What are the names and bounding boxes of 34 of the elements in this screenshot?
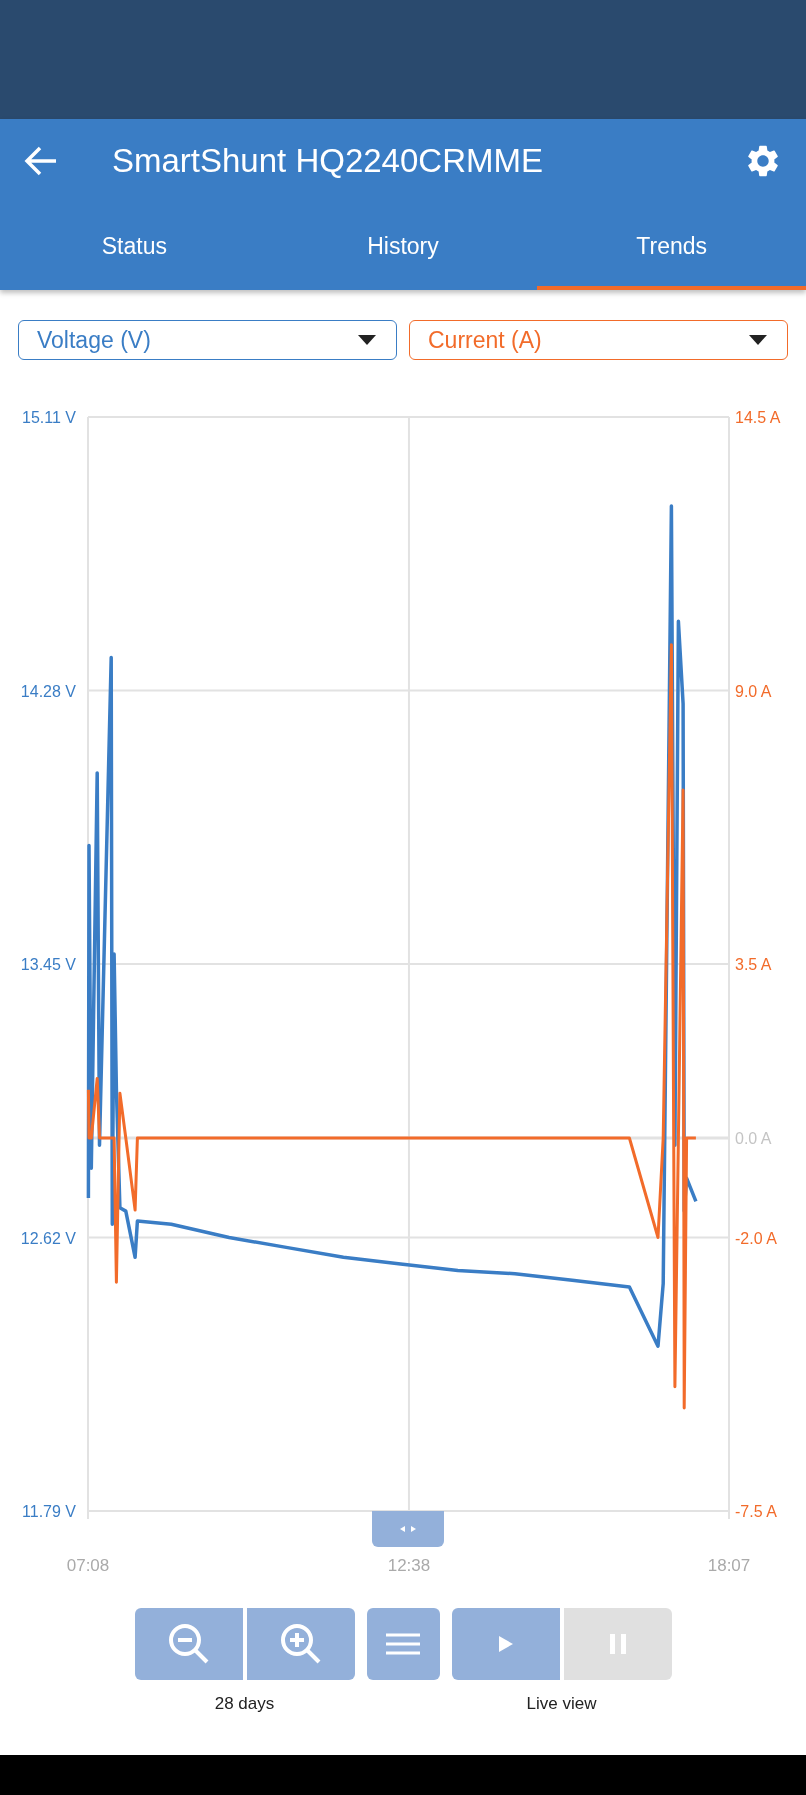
caret-icon xyxy=(749,335,767,345)
x-axis-label: 12:38 xyxy=(387,1556,431,1575)
button-caption: Live view xyxy=(526,1694,597,1714)
play-icon xyxy=(498,1636,513,1652)
y-axis-label: 11.79 V xyxy=(22,1503,76,1520)
y-axis-label: 3.5 A xyxy=(735,956,772,973)
pan-handle[interactable] xyxy=(372,1511,444,1547)
zoom-in-button[interactable] xyxy=(246,1608,355,1680)
y-axis-label: -2.0 A xyxy=(735,1229,777,1247)
x-axis-label: 18:07 xyxy=(707,1556,751,1575)
y-axis-label: -7.5 A xyxy=(735,1503,777,1520)
y-axis-label: 14.28 V xyxy=(20,682,76,700)
zoom-out-button[interactable] xyxy=(134,1608,243,1680)
y-axis-label: 14.5 A xyxy=(735,409,781,426)
device-title: SmartShunt HQ2240CRMME xyxy=(112,142,544,180)
y-axis-label: 12.62 V xyxy=(20,1229,76,1247)
series-dropdown[interactable]: Current (A) xyxy=(409,320,788,360)
caret-icon xyxy=(358,335,376,345)
y-axis-label: 9.0 A xyxy=(735,682,772,700)
button-caption: 28 days xyxy=(214,1694,275,1714)
x-axis-label: 07:08 xyxy=(66,1556,110,1575)
tab[interactable]: Status xyxy=(0,203,269,290)
zoom-out-icon xyxy=(166,1622,211,1666)
menu-icon xyxy=(386,1632,420,1656)
tab[interactable]: Trends xyxy=(537,203,806,290)
pause-icon xyxy=(609,1634,626,1654)
y-axis-label: 15.11 V xyxy=(22,409,76,426)
y-axis-label: 13.45 V xyxy=(20,956,76,973)
menu-button[interactable] xyxy=(366,1608,440,1680)
y-axis-label: 0.0 A xyxy=(735,1130,772,1148)
zoom-in-icon xyxy=(278,1622,323,1666)
play-button[interactable] xyxy=(451,1608,560,1680)
tab[interactable]: History xyxy=(268,203,538,290)
series-dropdown[interactable]: Voltage (V) xyxy=(18,320,397,360)
